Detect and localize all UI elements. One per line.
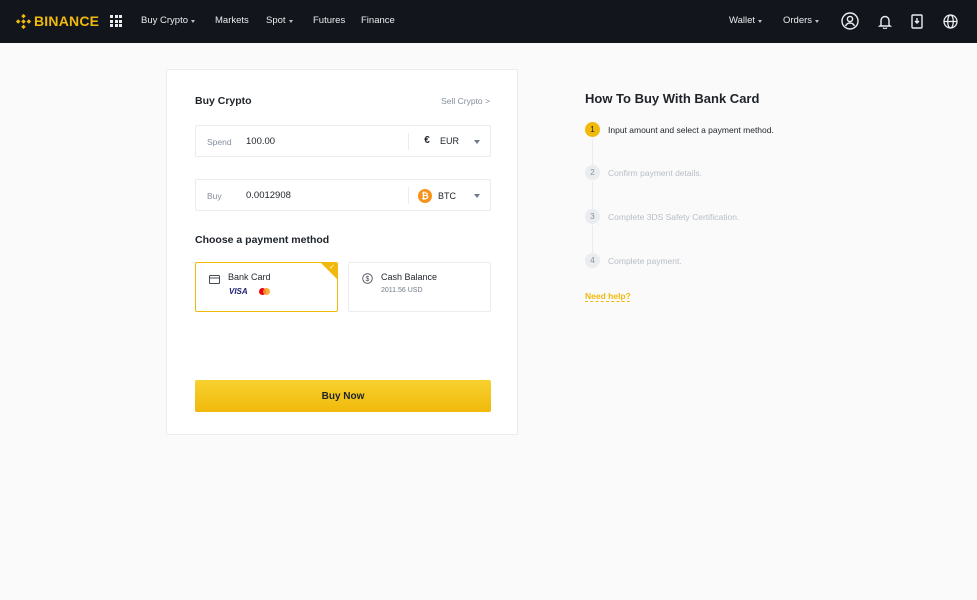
bitcoin-icon: ₿ xyxy=(418,189,432,203)
nav-orders-label: Orders xyxy=(783,15,813,26)
chevron-down-icon xyxy=(288,19,293,23)
chevron-down-icon xyxy=(191,19,195,23)
guide-step: 1 Input amount and select a payment meth… xyxy=(585,122,774,137)
user-icon[interactable] xyxy=(841,12,859,30)
guide-step: 4 Complete payment. xyxy=(585,253,682,268)
step-number: 1 xyxy=(585,122,600,137)
buy-field[interactable]: Buy 0.0012908 ₿ BTC xyxy=(195,179,491,211)
dollar-coin-icon: $ xyxy=(362,271,373,289)
bank-card-label: Bank Card xyxy=(228,272,271,282)
guide-step: 3 Complete 3DS Safety Certification. xyxy=(585,209,739,224)
nav-markets-label: Markets xyxy=(215,15,249,26)
download-icon[interactable] xyxy=(908,12,926,30)
chevron-down-icon xyxy=(758,19,763,23)
need-help-link[interactable]: Need help? xyxy=(585,291,631,301)
payment-method-title: Choose a payment method xyxy=(195,234,330,246)
nav-futures-label: Futures xyxy=(313,15,346,26)
spend-currency-label: EUR xyxy=(440,135,460,146)
sell-crypto-link[interactable]: Sell Crypto > xyxy=(441,96,490,106)
binance-logo-icon xyxy=(16,13,31,29)
buy-amount-input[interactable]: 0.0012908 xyxy=(246,190,291,201)
step-text: Confirm payment details. xyxy=(608,167,703,178)
spend-amount-input[interactable]: 100.00 xyxy=(246,136,275,147)
nav-wallet-label: Wallet xyxy=(729,15,756,26)
payment-option-bank-card[interactable]: Bank Card VISA ✓ xyxy=(195,262,338,312)
chevron-down-icon[interactable] xyxy=(474,194,480,198)
step-connector xyxy=(592,138,593,165)
step-connector xyxy=(592,181,593,209)
apps-grid-icon[interactable] xyxy=(110,15,122,27)
credit-card-icon xyxy=(209,271,220,289)
nav-futures[interactable]: Futures xyxy=(313,15,345,26)
chevron-down-icon xyxy=(815,19,820,23)
nav-wallet[interactable]: Wallet xyxy=(729,15,763,26)
cash-balance-label: Cash Balance xyxy=(381,272,438,282)
spend-currency-select[interactable]: € EUR xyxy=(420,135,459,146)
check-icon: ✓ xyxy=(329,264,335,271)
nav-finance[interactable]: Finance xyxy=(361,15,395,26)
cash-balance-amount: 2011.56 USD xyxy=(381,287,423,294)
nav-spot[interactable]: Spot xyxy=(266,15,293,26)
step-connector xyxy=(592,225,593,253)
step-number: 4 xyxy=(585,253,600,268)
card-title: Buy Crypto xyxy=(195,95,252,107)
visa-logo: VISA xyxy=(229,287,248,296)
nav-markets[interactable]: Markets xyxy=(215,15,249,26)
field-divider xyxy=(408,133,409,150)
mastercard-logo xyxy=(259,288,271,295)
buy-label: Buy xyxy=(207,191,222,201)
step-text: Complete payment. xyxy=(608,255,682,266)
nav-spot-label: Spot xyxy=(266,15,286,26)
payment-option-cash-balance[interactable]: $ Cash Balance 2011.56 USD xyxy=(348,262,491,312)
chevron-down-icon[interactable] xyxy=(474,140,480,144)
globe-icon[interactable] xyxy=(941,12,959,30)
svg-text:$: $ xyxy=(366,276,370,283)
buy-crypto-card: Buy Crypto Sell Crypto > Spend 100.00 € … xyxy=(166,69,518,435)
nav-buy-crypto[interactable]: Buy Crypto xyxy=(141,15,195,26)
nav-finance-label: Finance xyxy=(361,15,395,26)
guide-title: How To Buy With Bank Card xyxy=(585,91,760,106)
step-number: 3 xyxy=(585,209,600,224)
buy-currency-label: BTC xyxy=(438,191,456,201)
nav-buy-crypto-label: Buy Crypto xyxy=(141,15,188,26)
top-navbar: BINANCE Buy Crypto Markets Spot Futures … xyxy=(0,0,977,43)
brand-name: BINANCE xyxy=(34,13,100,29)
field-divider xyxy=(408,187,409,204)
step-number: 2 xyxy=(585,165,600,180)
buy-now-button[interactable]: Buy Now xyxy=(195,380,491,412)
guide-step: 2 Confirm payment details. xyxy=(585,165,702,180)
nav-orders[interactable]: Orders xyxy=(783,15,820,26)
step-text: Input amount and select a payment method… xyxy=(608,124,774,135)
spend-field[interactable]: Spend 100.00 € EUR xyxy=(195,125,491,157)
spend-label: Spend xyxy=(207,137,232,147)
step-text: Complete 3DS Safety Certification. xyxy=(608,211,740,222)
bell-icon[interactable] xyxy=(876,12,894,30)
binance-logo[interactable]: BINANCE xyxy=(16,13,99,29)
euro-icon: € xyxy=(424,135,430,146)
buy-currency-select[interactable]: ₿ BTC xyxy=(418,189,456,203)
